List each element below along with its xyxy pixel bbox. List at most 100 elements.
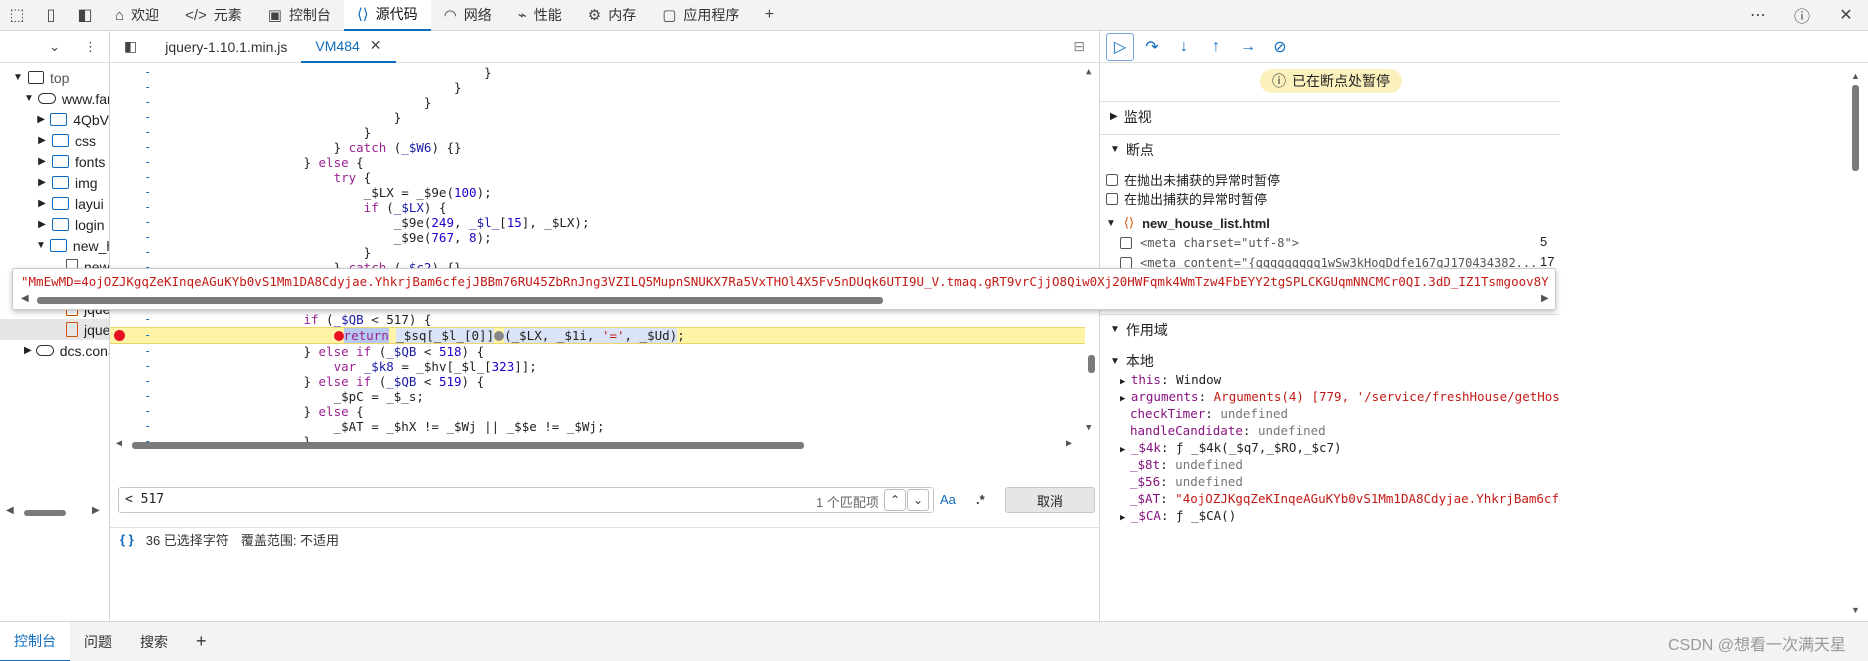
tree-item-file-selected[interactable]: jque (0, 319, 109, 340)
close-icon[interactable]: ✕ (1824, 0, 1868, 31)
tree-item-top[interactable]: ▼ top (0, 67, 109, 88)
tab-welcome[interactable]: ⌂ 欢迎 (102, 0, 172, 31)
toggle-sidebar-icon[interactable]: ◧ (68, 0, 102, 31)
add-tab-icon[interactable]: + (752, 0, 786, 31)
drawer-tab-search[interactable]: 搜索 (126, 622, 182, 661)
file-tab-active[interactable]: VM484 ✕ (301, 31, 396, 63)
watch-section-header[interactable]: ▶ 监视 (1100, 101, 1560, 131)
device-emulation-icon[interactable]: ▯ (34, 0, 68, 31)
scope-item[interactable]: handleCandidate: undefined (1120, 422, 1560, 439)
tree-item-folder[interactable]: ▶ css (0, 130, 109, 151)
editor-vscroll[interactable]: ▲ ▼ (1086, 67, 1096, 437)
pause-uncaught-checkbox[interactable]: 在抛出未捕获的异常时暂停 (1106, 170, 1280, 189)
folder-icon (50, 113, 68, 126)
checkbox[interactable] (1106, 192, 1118, 205)
drawer-tab-issues[interactable]: 问题 (70, 622, 126, 661)
scope-item[interactable]: ▶ arguments: Arguments(4) [779, '/servic… (1120, 388, 1560, 405)
tab-elements[interactable]: </> 元素 (172, 0, 255, 31)
search-input[interactable]: < 517 (118, 487, 934, 513)
checkbox[interactable] (1106, 173, 1118, 186)
tab-performance[interactable]: ⌁ 性能 (505, 0, 575, 31)
breakpoint-file[interactable]: ▼ ⟨⟩ new_house_list.html (1106, 213, 1270, 233)
step-into-icon[interactable]: ↓ (1170, 33, 1198, 61)
checkbox[interactable] (1120, 256, 1132, 269)
breakpoint-icon[interactable] (114, 330, 125, 341)
devtools-tab-bar: ⬚ ▯ ◧ ⌂ 欢迎 </> 元素 ▣ 控制台 ⟨⟩ 源代码 ◠ 网络 ⌁ 性能 ⚙ 内存 ▢… (0, 0, 1868, 31)
more-icon[interactable]: ⋮ (84, 39, 97, 55)
scroll-right-icon: ▶ (1066, 438, 1073, 449)
navigator-hscroll[interactable]: ◀ ▶ (6, 505, 102, 519)
drawer-tab-console[interactable]: 控制台 (0, 621, 70, 661)
local-scope-header[interactable]: ▼ 本地 (1110, 351, 1154, 371)
scope-item[interactable]: _$8t: undefined (1120, 456, 1560, 473)
add-drawer-tab-icon[interactable]: + (182, 622, 221, 661)
scroll-thumb[interactable] (24, 510, 66, 516)
scope-item[interactable]: ▶ this: Window (1120, 371, 1560, 388)
scope-section-header[interactable]: ▼ 作用域 (1100, 314, 1560, 344)
tree-item-folder[interactable]: ▶ login (0, 214, 109, 235)
tab-console[interactable]: ▣ 控制台 (255, 0, 344, 31)
value-tooltip: "MmEwMD=4ojOZJKgqZeKInqeAGuKYb0vS1Mm1DA8… (12, 268, 1556, 310)
scroll-thumb[interactable] (37, 297, 883, 304)
scope-item[interactable]: checkTimer: undefined (1120, 405, 1560, 422)
tree-item-folder[interactable]: ▶ 4QbV (0, 109, 109, 130)
tree-item-domain[interactable]: ▶dcs.cona (0, 340, 109, 361)
more-options-icon[interactable]: ⋯ (1736, 0, 1780, 31)
step-out-icon[interactable]: ↑ (1202, 33, 1230, 61)
breakpoints-section-header[interactable]: ▼ 断点 (1100, 134, 1560, 164)
tab-sources[interactable]: ⟨⟩ 源代码 (343, 0, 431, 31)
step-icon[interactable]: → (1234, 33, 1262, 61)
inspect-element-icon[interactable]: ⬚ (0, 0, 34, 31)
file-tab[interactable]: jquery-1.10.1.min.js (151, 31, 301, 63)
cancel-button[interactable]: 取消 (1005, 487, 1095, 513)
scope-item[interactable]: ▶ _$CA: ƒ _$CA() (1120, 507, 1560, 524)
scroll-thumb[interactable] (1852, 85, 1859, 171)
toggle-debugger-icon[interactable]: ⊟ (1059, 31, 1099, 63)
home-icon: ⌂ (115, 6, 125, 24)
match-case-toggle[interactable]: Aa (940, 492, 956, 507)
tree-item-folder[interactable]: ▼new_h (0, 235, 109, 256)
previous-match-button[interactable]: ⌃ (884, 489, 906, 511)
match-count: 1 个匹配项 (816, 495, 879, 510)
caret-down-icon: ▼ (13, 72, 23, 83)
inline-breakpoint-icon[interactable] (333, 331, 344, 341)
chevron-down-icon[interactable]: ⌄ (49, 39, 60, 55)
tree-item-domain[interactable]: ▼www.fan (0, 88, 109, 109)
inline-breakpoint-inactive-icon[interactable] (494, 331, 505, 341)
tree-item-folder[interactable]: ▶ img (0, 172, 109, 193)
scroll-thumb[interactable] (1088, 355, 1095, 373)
tree-item-folder[interactable]: ▶ fonts (0, 151, 109, 172)
scroll-left-icon: ◀ (21, 293, 29, 304)
code-icon: </> (185, 6, 207, 24)
next-match-button[interactable]: ⌄ (907, 489, 929, 511)
regex-toggle[interactable]: .* (976, 492, 985, 507)
close-tab-icon[interactable]: ✕ (370, 37, 382, 54)
pretty-print-button[interactable]: { } (120, 532, 134, 547)
tab-application[interactable]: ▢ 应用程序 (649, 0, 752, 31)
frame-icon (28, 71, 44, 84)
cloud-icon (37, 93, 56, 104)
editor-hscroll[interactable]: ◀ ▶ (116, 438, 1078, 451)
html-file-icon: ⟨⟩ (1123, 215, 1135, 230)
tooltip-hscroll[interactable]: ◀ ▶ (21, 293, 1549, 305)
step-over-icon[interactable]: ↷ (1138, 33, 1166, 61)
scope-item[interactable]: _$AT: "4ojOZJKgqZeKInqeAGuKYb0vS1Mm1DA8C… (1120, 490, 1560, 507)
tab-memory[interactable]: ⚙ 内存 (575, 0, 649, 31)
toggle-navigator-icon[interactable]: ◧ (110, 31, 151, 63)
pause-caught-checkbox[interactable]: 在抛出捕获的异常时暂停 (1106, 189, 1267, 208)
scroll-thumb[interactable] (132, 442, 804, 449)
code-view[interactable]: - } - } - } - } -} -} catch (_$W6) {} … (110, 63, 1100, 467)
scope-item[interactable]: ▶ _$4k: ƒ _$4k(_$q7,_$RO,_$c7) (1120, 439, 1560, 456)
gutter-marker: - (144, 404, 152, 418)
code-line: } (168, 125, 372, 140)
checkbox[interactable] (1120, 236, 1132, 249)
help-icon[interactable]: ⓘ (1780, 0, 1824, 31)
sidebar-vscroll[interactable]: ▲ ▼ (1850, 71, 1862, 615)
resume-icon[interactable]: ▷ (1106, 32, 1134, 61)
breakpoint-row[interactable]: <meta charset="utf-8"> (1120, 233, 1550, 252)
tree-item-folder[interactable]: ▶ layui (0, 193, 109, 214)
tab-network[interactable]: ◠ 网络 (431, 0, 505, 31)
deactivate-breakpoints-icon[interactable]: ⊘ (1266, 33, 1294, 61)
caret-right-icon: ▶ (1120, 513, 1131, 523)
scope-item[interactable]: _$56: undefined (1120, 473, 1560, 490)
